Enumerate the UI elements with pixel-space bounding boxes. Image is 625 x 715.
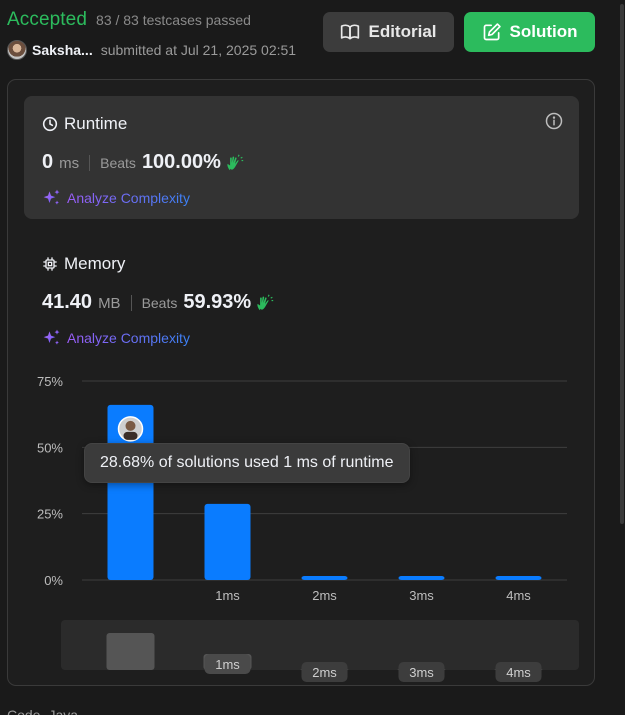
submission-result: Accepted 83 / 83 testcases passed Saksha… [0,0,625,715]
avatar[interactable] [7,40,27,60]
chart-bar [107,404,154,580]
code-label: Code [7,707,41,715]
chart-bar [495,576,542,580]
memory-title: Memory [42,254,125,274]
memory-beats-label: Beats [141,295,178,311]
submitter-info: Saksha... submitted at Jul 21, 2025 02:5… [7,40,296,60]
clock-icon [42,116,58,132]
memory-analyze-complexity[interactable]: Analyze Complexity [42,328,190,348]
editorial-label: Editorial [368,22,437,41]
status-label: Accepted [7,9,88,30]
y-tick-label: 50% [37,440,63,455]
info-icon[interactable] [545,112,563,130]
memory-analyze-label: Analyze Complexity [67,330,190,346]
avatar-face [125,420,136,431]
runtime-title-label: Runtime [64,114,128,133]
clap-icon [227,154,244,170]
runtime-card[interactable]: Runtime 0 ms Beats 100.00% Analyze Compl… [24,96,579,219]
chart-tooltip: 28.68% of solutions used 1 ms of runtime [84,443,410,483]
runtime-analyze-complexity[interactable]: Analyze Complexity [42,188,190,208]
testcases-passed: 83 / 83 testcases passed [96,12,251,28]
x-tick-label: 1ms [215,588,240,603]
runtime-metric: 0 ms Beats 100.00% [42,151,245,174]
edit-icon [483,23,501,41]
code-section-header: Code Java [7,707,78,715]
language-label: Java [48,707,79,715]
x-tick-label: 4ms [506,588,531,603]
solution-button[interactable]: Solution [464,12,595,52]
chart-bar [204,503,251,580]
clap-icon [257,294,274,310]
x-tick-label: 2ms [312,588,337,603]
book-icon [341,24,360,40]
chart-navigator[interactable] [61,620,579,670]
user-name[interactable]: Saksha... [32,42,93,58]
runtime-beats-value: 100.00% [141,151,221,173]
performance-panel: Runtime 0 ms Beats 100.00% Analyze Compl… [7,79,595,686]
submitted-time: submitted at Jul 21, 2025 02:51 [100,42,297,58]
chart-bar [398,576,445,580]
divider [89,154,91,171]
runtime-value: 0 [42,151,54,173]
submission-status: Accepted 83 / 83 testcases passed [7,9,251,31]
memory-unit: MB [98,295,121,312]
avatar-body [123,431,138,440]
x-tick-label: 3ms [409,588,434,603]
editorial-button[interactable]: Editorial [323,12,454,52]
runtime-beats-label: Beats [100,155,136,171]
avatar [117,416,144,442]
scrollbar-thumb[interactable] [620,4,624,524]
solution-label: Solution [509,22,578,41]
runtime-title: Runtime [42,114,127,134]
y-tick-label: 0% [44,573,63,588]
chip-icon [43,257,57,271]
chart-bar [301,576,348,580]
memory-value: 41.40 [42,291,93,313]
divider [130,294,132,311]
runtime-analyze-label: Analyze Complexity [67,190,190,206]
y-tick-label: 25% [37,507,63,522]
memory-title-label: Memory [64,254,126,273]
sparkle-icon [43,189,60,205]
scrollbar[interactable] [619,0,625,715]
runtime-unit: ms [59,155,80,172]
memory-metric[interactable]: 41.40 MB Beats 59.93% [42,291,275,314]
y-tick-label: 75% [37,374,63,389]
sparkle-icon [43,329,60,345]
memory-beats-value: 59.93% [183,291,252,313]
